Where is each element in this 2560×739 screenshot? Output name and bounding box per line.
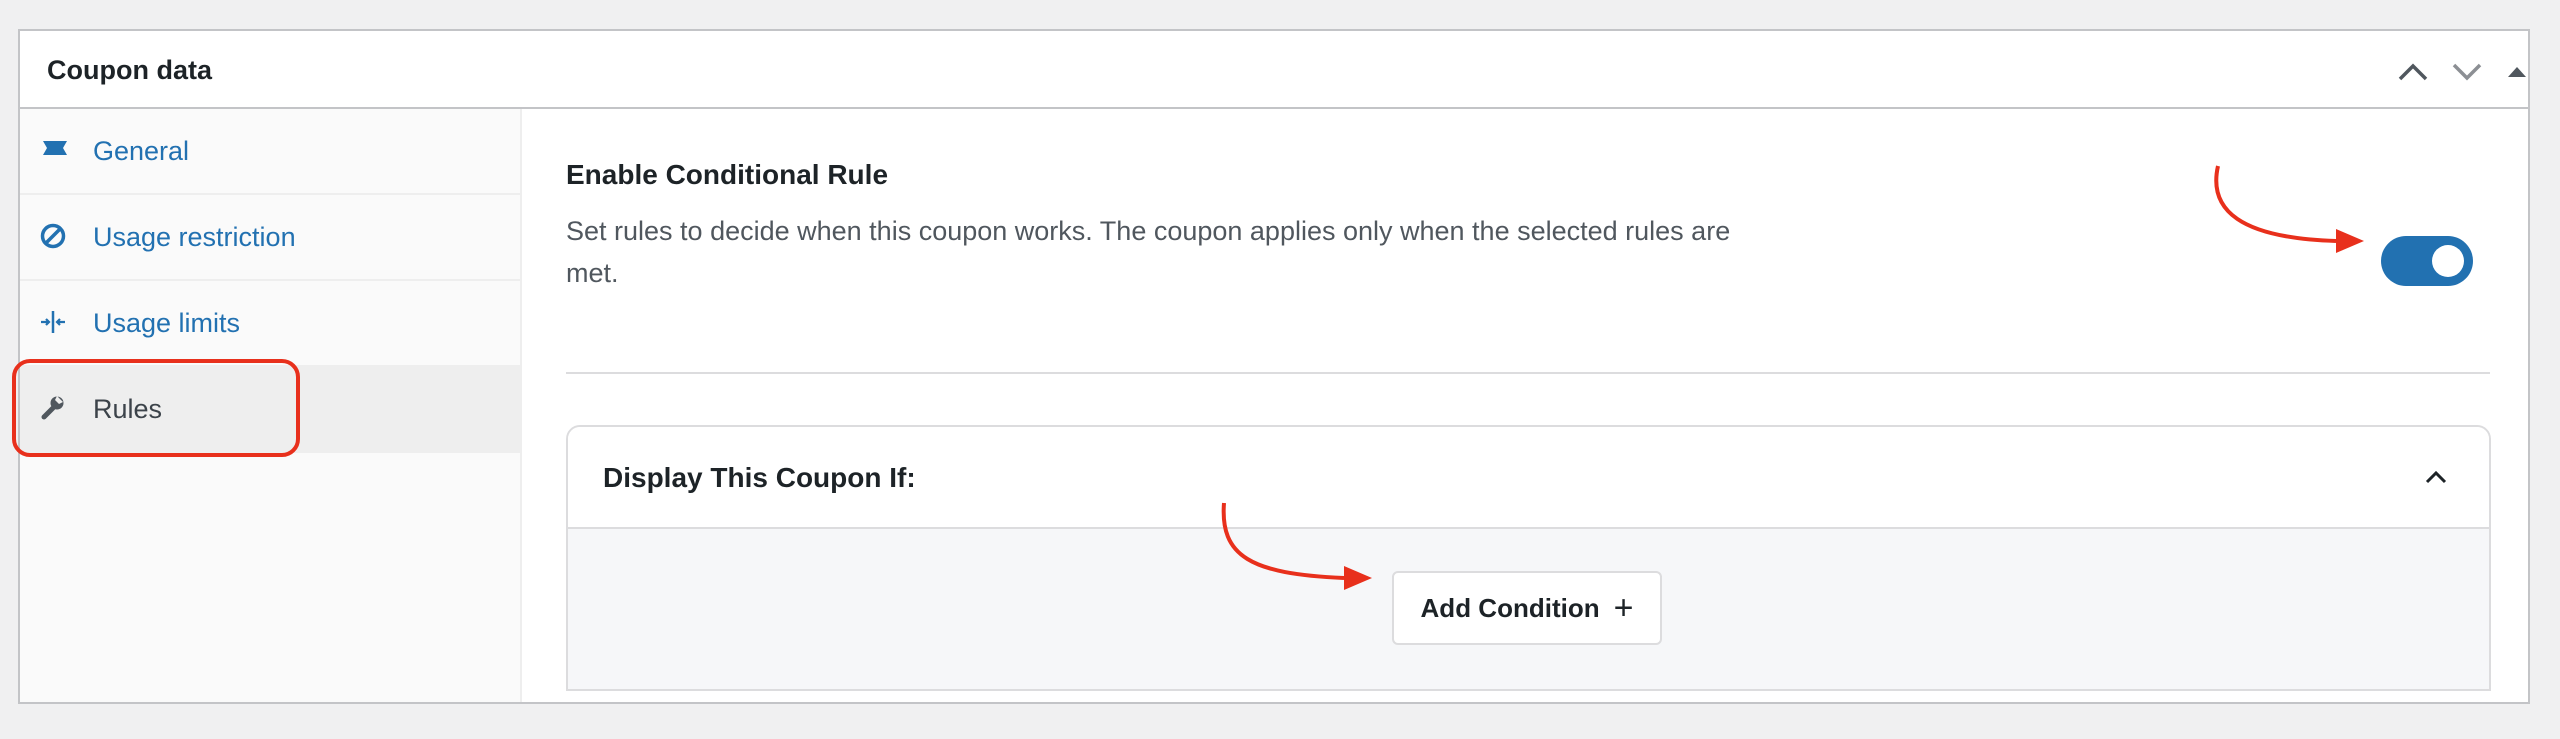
limits-icon <box>39 308 71 340</box>
rules-content: Enable Conditional Rule Set rules to dec… <box>522 109 2528 702</box>
condition-group-body: Add Condition + <box>568 529 2489 689</box>
rule-description: Set rules to decide when this coupon wor… <box>566 216 1731 288</box>
tab-label: Usage restriction <box>93 222 296 252</box>
tab-rules[interactable]: Rules <box>20 367 520 453</box>
add-condition-button[interactable]: Add Condition + <box>1392 571 1662 645</box>
coupon-tabs-sidebar: General Usage restriction Usage limits R… <box>20 109 522 702</box>
chevron-down-icon[interactable] <box>2450 59 2484 85</box>
tab-usage-limits[interactable]: Usage limits <box>20 281 520 367</box>
ticket-icon <box>39 136 71 168</box>
chevron-up-icon[interactable] <box>2421 463 2451 493</box>
panel-title: Coupon data <box>47 55 212 85</box>
condition-group-title: Display This Coupon If: <box>603 462 916 493</box>
add-condition-label: Add Condition <box>1420 592 1600 623</box>
tab-general[interactable]: General <box>20 109 520 195</box>
conditional-rule-toggle[interactable] <box>2381 236 2473 286</box>
panel-header: Coupon data <box>20 31 2528 109</box>
prohibited-icon <box>39 222 71 254</box>
toggle-knob <box>2432 245 2464 277</box>
tab-label: Usage limits <box>93 308 241 338</box>
tab-usage-restriction[interactable]: Usage restriction <box>20 195 520 281</box>
plus-icon: + <box>1613 589 1634 627</box>
divider <box>566 372 2490 374</box>
chevron-up-icon[interactable] <box>2396 59 2430 85</box>
condition-group-header[interactable]: Display This Coupon If: <box>568 427 2489 529</box>
rule-title: Enable Conditional Rule <box>566 159 889 190</box>
tab-label: Rules <box>93 394 163 424</box>
condition-group: Display This Coupon If: Add Condition + <box>566 425 2491 691</box>
coupon-data-panel: Coupon data General Usage restriction Us… <box>18 29 2530 704</box>
triangle-up-icon[interactable] <box>2504 59 2530 85</box>
tab-label: General <box>93 136 190 166</box>
wrench-icon <box>39 394 71 426</box>
